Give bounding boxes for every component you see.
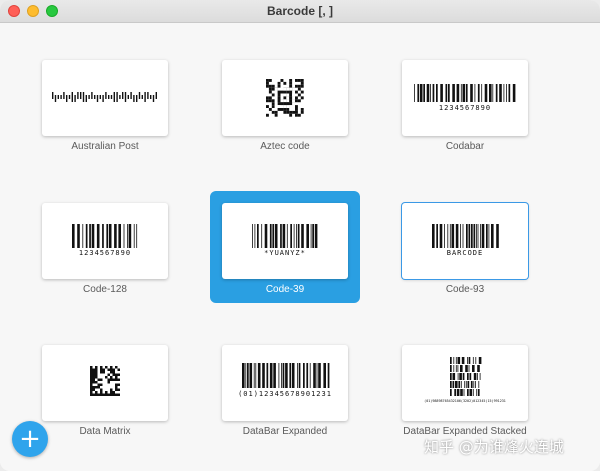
barcode-label: Australian Post <box>71 141 139 152</box>
aztec-code-image <box>266 79 304 117</box>
code-39-barcode-image: *YUANYZ* <box>252 224 318 257</box>
plus-icon: + <box>19 424 41 454</box>
barcode-preview-card: (01)98898765432106(3202)012345(15)991231 <box>402 345 528 421</box>
australian-post-barcode-image <box>52 92 157 102</box>
barcode-human-readable: (01)98898765432106(3202)012345(15)991231 <box>424 399 506 403</box>
app-window: Barcode [, ] Australian Post Aztec code … <box>0 0 600 471</box>
barcode-label: Aztec code <box>260 141 310 152</box>
watermark-text: 知乎 @为谁烽火连城 <box>424 438 564 456</box>
barcode-tile-code-128[interactable]: 1234567890 Code-128 <box>30 191 180 303</box>
barcode-preview-card: BARCODE <box>402 203 528 279</box>
barcode-tile-databar-expanded[interactable]: (01)12345678901231 DataBar Expanded <box>210 333 360 445</box>
barcode-label: Code-128 <box>83 284 127 295</box>
barcode-preview-card: (01)12345678901231 <box>222 345 348 421</box>
barcode-tile-databar-expanded-stacked[interactable]: (01)98898765432106(3202)012345(15)991231… <box>390 333 540 445</box>
barcode-label: Data Matrix <box>79 426 131 437</box>
barcode-human-readable: BARCODE <box>447 249 484 257</box>
barcode-preview-card <box>42 345 168 421</box>
barcode-preview-card <box>222 60 348 136</box>
barcode-preview-card: 1234567890 <box>402 60 528 136</box>
databar-expanded-stacked-barcode-image: (01)98898765432106(3202)012345(15)991231 <box>424 357 506 403</box>
barcode-tile-code-93[interactable]: BARCODE Code-93 <box>390 191 540 303</box>
databar-expanded-barcode-image: (01)12345678901231 <box>238 363 332 398</box>
title-bar: Barcode [, ] <box>0 0 600 23</box>
barcode-tile-aztec[interactable]: Aztec code <box>210 48 360 160</box>
code-93-barcode-image: BARCODE <box>432 224 499 257</box>
barcode-human-readable: 1234567890 <box>79 249 131 257</box>
barcode-label: Code-39 <box>265 284 305 295</box>
barcode-human-readable: 1234567890 <box>439 104 491 112</box>
barcode-human-readable: *YUANYZ* <box>264 249 306 257</box>
data-matrix-image <box>90 366 120 396</box>
barcode-human-readable: (01)12345678901231 <box>238 390 332 398</box>
barcode-tile-australian-post[interactable]: Australian Post <box>30 48 180 160</box>
barcode-label: Codabar <box>445 141 485 152</box>
barcode-preview-card: *YUANYZ* <box>222 203 348 279</box>
add-barcode-button[interactable]: + <box>12 421 48 457</box>
code-128-barcode-image: 1234567890 <box>72 224 138 257</box>
window-title: Barcode [, ] <box>266 4 333 18</box>
barcode-tile-codabar[interactable]: 1234567890 Codabar <box>390 48 540 160</box>
barcode-tile-code-39[interactable]: *YUANYZ* Code-39 <box>210 191 360 303</box>
barcode-grid: Australian Post Aztec code 1234567890 Co… <box>0 23 600 471</box>
barcode-preview-card <box>42 60 168 136</box>
codabar-barcode-image: 1234567890 <box>414 84 516 112</box>
barcode-tile-data-matrix[interactable]: Data Matrix <box>30 333 180 445</box>
barcode-preview-card: 1234567890 <box>42 203 168 279</box>
barcode-label: Code-93 <box>445 284 485 295</box>
barcode-label: DataBar Expanded <box>242 426 328 437</box>
